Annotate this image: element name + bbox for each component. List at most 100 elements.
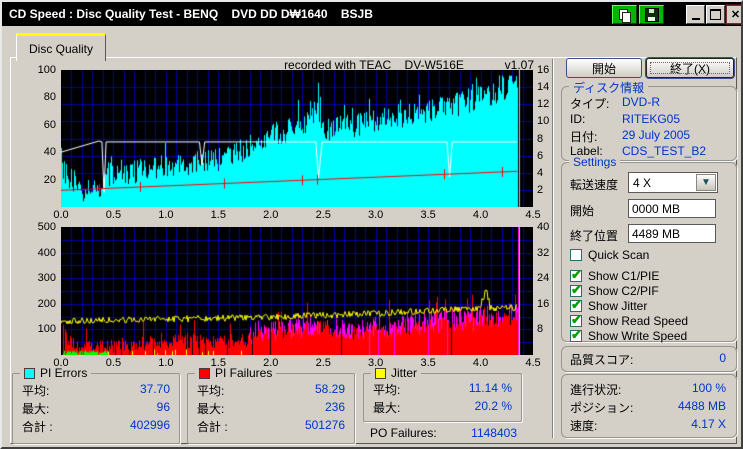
- disc-date-label: 日付:: [570, 130, 598, 144]
- checked-checkbox-icon[interactable]: ✔: [570, 312, 582, 327]
- jitter-legend-title: Jitter: [391, 366, 418, 380]
- axis-tick-label: 80: [43, 91, 56, 104]
- pie-avg-label: 平均:: [22, 384, 50, 398]
- settings-title: Settings: [569, 155, 621, 169]
- pif-total-value: 501276: [304, 418, 345, 432]
- jitter-avg-value: 11.14 %: [468, 381, 512, 395]
- pif-avg-label: 平均:: [197, 384, 225, 398]
- checked-checkbox-icon[interactable]: ✔: [570, 297, 582, 312]
- speed-selected-value: 4 X: [633, 176, 652, 190]
- jitter-legend-box: Jitter 平均: 11.14 % 最大: 20.2 %: [363, 366, 522, 422]
- panel-separator: [552, 59, 554, 438]
- checkbox-label: Quick Scan: [588, 248, 650, 262]
- axis-tick-label: 14: [537, 81, 550, 94]
- start-position-label: 開始: [570, 204, 595, 218]
- axis-tick-label: 40: [537, 221, 550, 233]
- start-position-field[interactable]: 0000 MB: [628, 199, 716, 218]
- axis-tick-label: 1.0: [158, 357, 174, 369]
- disc-type-label: タイプ:: [570, 97, 610, 111]
- pie-errors-chart: [61, 70, 533, 207]
- pie-avg-value: 37.70: [139, 382, 170, 396]
- checkbox-show-read-speed[interactable]: ✔ Show Read Speed: [570, 312, 688, 328]
- checked-checkbox-icon[interactable]: ✔: [570, 267, 582, 282]
- floppy-disk-icon: [644, 7, 659, 22]
- speed-status-value: 4.17 X: [691, 417, 726, 431]
- progress-value: 100 %: [691, 381, 726, 395]
- pif-max-value: 236: [324, 400, 345, 414]
- axis-tick-label: 0.5: [105, 357, 122, 369]
- po-failures-value: 1148403: [471, 426, 517, 440]
- copy-to-clipboard-button[interactable]: [612, 5, 637, 24]
- start-button[interactable]: 開始: [566, 58, 642, 78]
- pie-total-value: 402996: [129, 418, 170, 432]
- cd-speed-window: CD Speed : Disc Quality Test - BENQ DVD …: [0, 0, 743, 449]
- checkbox-show-c1-pie[interactable]: ✔ Show C1/PIE: [570, 267, 659, 283]
- pi-errors-color-swatch: [24, 367, 35, 379]
- checked-checkbox-icon[interactable]: ✔: [570, 327, 582, 342]
- axis-tick-label: 20: [43, 173, 56, 186]
- axis-tick-label: 4.5: [525, 357, 541, 369]
- disc-date-value: 29 July 2005: [622, 128, 691, 142]
- quality-score-groupbox: 品質スコア: 0: [561, 346, 737, 372]
- maximize-icon: [710, 9, 721, 20]
- checked-checkbox-icon[interactable]: ✔: [570, 282, 582, 297]
- exit-button[interactable]: 終了(X): [646, 58, 734, 78]
- checkbox-show-write-speed[interactable]: ✔ Show Write Speed: [570, 327, 687, 343]
- axis-tick-label: 6: [537, 149, 544, 162]
- checkbox-show-c2-pif[interactable]: ✔ Show C2/PIF: [570, 282, 659, 298]
- axis-tick-label: 500: [37, 221, 56, 233]
- copy-icon: [619, 8, 631, 23]
- speed-label: 転送速度: [570, 178, 619, 192]
- axis-tick-label: 400: [37, 246, 56, 259]
- axis-tick-label: 0.0: [53, 209, 69, 221]
- tab-label: Disc Quality: [29, 41, 94, 56]
- pif-failures-chart: [61, 227, 533, 355]
- axis-tick-label: 24: [537, 272, 550, 285]
- end-position-label: 終了位置: [570, 229, 619, 243]
- disc-id-label: ID:: [570, 112, 586, 126]
- position-value: 4488 MB: [677, 399, 726, 413]
- disc-id-value: RITEKG05: [622, 112, 681, 126]
- quality-score-label: 品質スコア:: [570, 353, 634, 367]
- chevron-down-icon[interactable]: ▼: [696, 174, 716, 191]
- axis-tick-label: 100: [37, 64, 56, 76]
- checkbox-show-jitter[interactable]: ✔ Show Jitter: [570, 297, 648, 313]
- axis-tick-label: 4: [537, 166, 544, 179]
- pie-max-value: 96: [156, 400, 170, 414]
- axis-tick-label: 10: [537, 115, 550, 128]
- disc-type-value: DVD-R: [622, 95, 660, 109]
- axis-tick-label: 60: [43, 118, 56, 131]
- speed-select[interactable]: 4 X ▼: [628, 172, 718, 193]
- close-button[interactable]: ✕: [725, 4, 741, 25]
- axis-tick-label: 3.0: [368, 209, 384, 221]
- pie-total-label: 合計 :: [22, 420, 53, 434]
- axis-tick-label: 300: [37, 272, 56, 285]
- axis-tick-label: 4.0: [472, 357, 489, 369]
- disc-info-title: ディスク情報: [569, 79, 649, 96]
- axis-tick-label: 16: [537, 64, 550, 76]
- pif-max-label: 最大:: [197, 402, 225, 416]
- axis-tick-label: 12: [537, 98, 550, 111]
- progress-label: 進行状況:: [570, 383, 622, 397]
- position-label: ポジション:: [570, 401, 634, 415]
- pif-total-label: 合計 :: [197, 420, 228, 434]
- pi-errors-legend-title: PI Errors: [40, 366, 88, 380]
- axis-tick-label: 1.0: [158, 209, 174, 221]
- tab-disc-quality[interactable]: Disc Quality: [16, 33, 107, 61]
- checkbox-label: Show Jitter: [588, 299, 648, 313]
- save-button[interactable]: [639, 5, 664, 24]
- jitter-max-label: 最大:: [373, 401, 401, 415]
- end-position-field[interactable]: 4489 MB: [628, 224, 716, 243]
- close-icon: ✕: [730, 9, 741, 21]
- axis-tick-label: 2.5: [315, 357, 331, 369]
- minimize-button[interactable]: [686, 5, 705, 24]
- pif-avg-value: 58.29: [314, 382, 345, 396]
- pi-errors-legend-box: PI Errors 平均: 37.70 最大: 96 合計 : 402996: [12, 366, 180, 444]
- progress-groupbox: 進行状況: 100 % ポジション: 4488 MB 速度: 4.17 X: [561, 374, 737, 438]
- checkbox-quick-scan[interactable]: Quick Scan: [570, 248, 649, 262]
- maximize-button[interactable]: [706, 5, 725, 24]
- pi-failures-legend-box: PI Failures 平均: 58.29 最大: 236 合計 : 50127…: [187, 366, 355, 444]
- checkbox-label: Show C2/PIF: [588, 284, 659, 298]
- unchecked-checkbox-icon[interactable]: [570, 249, 582, 261]
- axis-tick-label: 1.5: [210, 209, 226, 221]
